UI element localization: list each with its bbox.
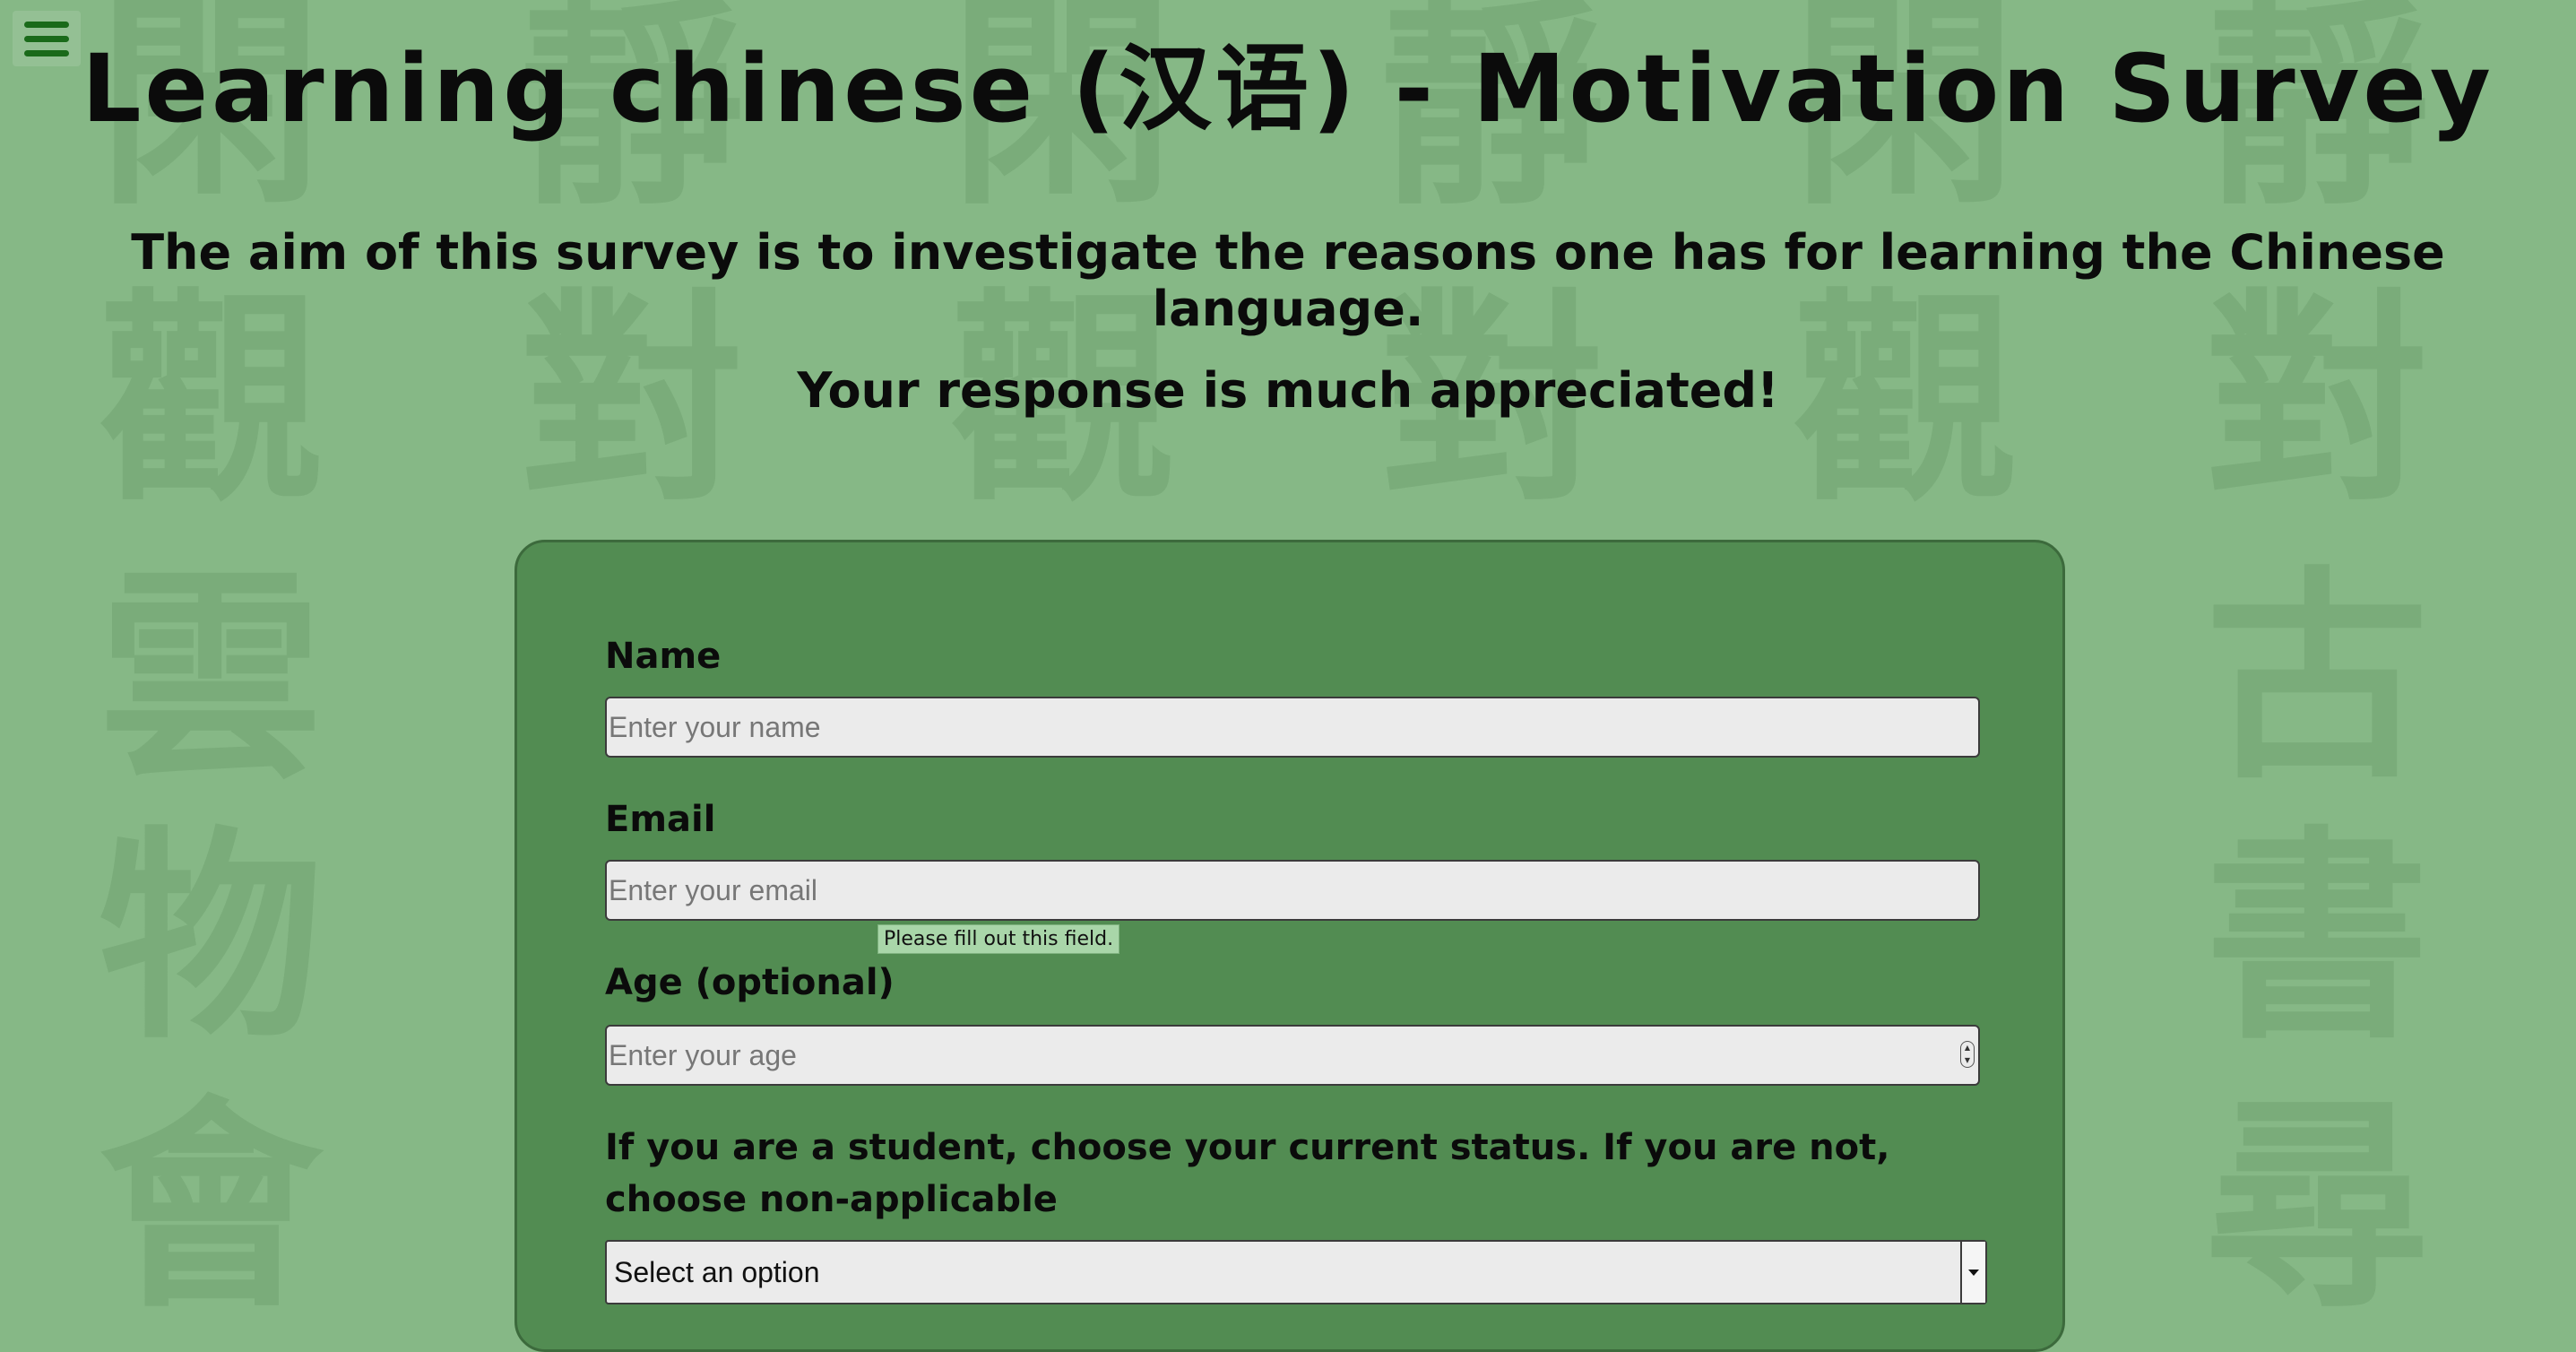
student-status-selected-value: Select an option bbox=[614, 1256, 820, 1288]
background-character: 物 bbox=[99, 805, 323, 1069]
background-character: 古 bbox=[2205, 545, 2429, 809]
menu-bar bbox=[24, 35, 69, 42]
survey-aim-text: The aim of this survey is to investigate… bbox=[131, 224, 2445, 337]
chevron-down-icon[interactable]: ▼ bbox=[1965, 1057, 1970, 1064]
email-input[interactable] bbox=[605, 860, 1980, 921]
thanks-text: Your response is much appreciated! bbox=[797, 362, 1779, 419]
background-character: 書 bbox=[2205, 805, 2429, 1069]
email-label: Email bbox=[605, 799, 716, 840]
age-label: Age (optional) bbox=[605, 962, 895, 1003]
menu-bar bbox=[24, 21, 69, 28]
student-status-label: If you are a student, choose your curren… bbox=[605, 1127, 1890, 1220]
menu-bar bbox=[24, 49, 69, 56]
student-status-select[interactable]: Select an option bbox=[605, 1240, 1987, 1304]
chevron-up-icon[interactable]: ▲ bbox=[1965, 1044, 1970, 1052]
age-stepper[interactable]: ▲ ▼ bbox=[1960, 1041, 1975, 1068]
age-field: ▲ ▼ bbox=[605, 1025, 1980, 1086]
chevron-down-icon bbox=[1968, 1269, 1979, 1276]
dropdown-arrow[interactable] bbox=[1960, 1242, 1985, 1303]
background-character: 尋 bbox=[2205, 1074, 2429, 1338]
name-input[interactable] bbox=[605, 697, 1980, 758]
background-character: 會 bbox=[99, 1074, 323, 1338]
hamburger-menu-icon[interactable] bbox=[13, 11, 81, 66]
age-input[interactable] bbox=[605, 1025, 1980, 1086]
background-character: 雲 bbox=[99, 545, 323, 809]
page-title: Learning chinese (汉语) - Motivation Surve… bbox=[82, 34, 2494, 143]
survey-form: Name Email Please fill out this field. A… bbox=[514, 540, 2065, 1352]
name-label: Name bbox=[605, 636, 722, 677]
email-validation-tooltip: Please fill out this field. bbox=[877, 924, 1120, 954]
